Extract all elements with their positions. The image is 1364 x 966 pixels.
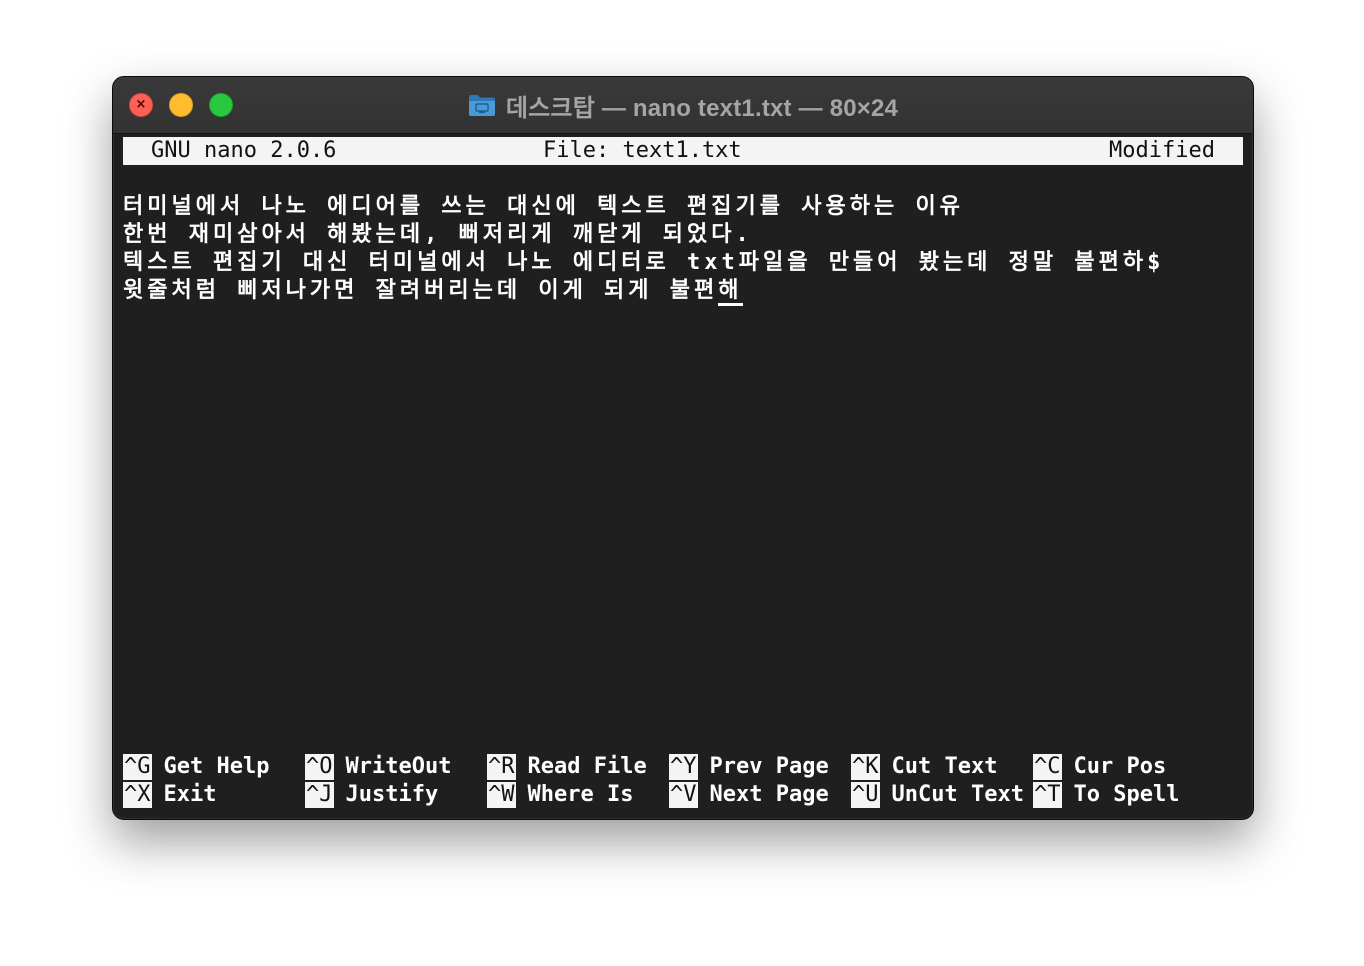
shortcut-label: Read File bbox=[527, 754, 647, 779]
nano-version: GNU nano 2.0.6 bbox=[151, 138, 337, 163]
shortcut-cut-text[interactable]: ^K Cut Text bbox=[851, 753, 997, 781]
window-title: 데스크탑 — nano text1.txt — 80×24 bbox=[505, 94, 899, 122]
shortcut-key: ^J bbox=[305, 782, 334, 808]
shortcut-read-file[interactable]: ^R Read File bbox=[487, 753, 647, 781]
shortcut-label: Get Help bbox=[163, 754, 270, 779]
shortcut-key: ^R bbox=[487, 754, 516, 780]
text-cursor: 해 bbox=[718, 278, 743, 306]
shortcut-cur-pos[interactable]: ^C Cur Pos bbox=[1033, 753, 1166, 781]
shortcut-prev-page[interactable]: ^Y Prev Page bbox=[669, 753, 829, 781]
nano-editor[interactable]: GNU nano 2.0.6 File: text1.txt Modified … bbox=[123, 134, 1243, 810]
shortcut-label: Next Page bbox=[709, 782, 829, 807]
shortcut-label: UnCut Text bbox=[891, 782, 1024, 807]
text-line: 터미널에서 나노 에디어를 쓰는 대신에 텍스트 편집기를 사용하는 이유 bbox=[123, 194, 964, 219]
nano-status-bar: GNU nano 2.0.6 File: text1.txt Modified bbox=[123, 137, 1243, 165]
shortcut-exit[interactable]: ^X Exit bbox=[123, 781, 216, 809]
shortcut-bar: ^G Get Help ^O WriteOut ^R Read File ^Y Prev… bbox=[123, 753, 1243, 809]
folder-icon bbox=[468, 95, 495, 116]
shortcut-key: ^U bbox=[851, 782, 880, 808]
editor-text-area[interactable]: 터미널에서 나노 에디어를 쓰는 대신에 텍스트 편집기를 사용하는 이유 한번… bbox=[123, 193, 1243, 306]
shortcut-to-spell[interactable]: ^T To Spell bbox=[1033, 781, 1179, 809]
shortcut-label: Where Is bbox=[527, 782, 634, 807]
text-line-cursor: 윗줄처럼 삐저나가면 잘려버리는데 이게 되게 불편해 bbox=[123, 277, 1243, 306]
shortcut-justify[interactable]: ^J Justify bbox=[305, 781, 438, 809]
window-title-area: 데스크탑 — nano text1.txt — 80×24 bbox=[113, 90, 1253, 122]
shortcut-uncut-text[interactable]: ^U UnCut Text bbox=[851, 781, 1024, 809]
shortcut-next-page[interactable]: ^V Next Page bbox=[669, 781, 829, 809]
shortcut-label: WriteOut bbox=[345, 754, 452, 779]
shortcut-label: Justify bbox=[345, 782, 439, 807]
shortcut-key: ^X bbox=[123, 782, 152, 808]
shortcut-label: To Spell bbox=[1073, 782, 1180, 807]
shortcut-key: ^Y bbox=[669, 754, 698, 780]
terminal-window: × 데스크탑 — nano text1.txt — 80×24 GNU nano… bbox=[112, 76, 1254, 820]
shortcut-key: ^C bbox=[1033, 754, 1062, 780]
shortcut-get-help[interactable]: ^G Get Help bbox=[123, 753, 269, 781]
text-line: 텍스트 편집기 대신 터미널에서 나노 에디터로 txt파일을 만들어 봤는데 … bbox=[123, 250, 1165, 275]
shortcut-key: ^V bbox=[669, 782, 698, 808]
text-line: 한번 재미삼아서 해봤는데, 뻐저리게 깨닫게 되었다. bbox=[123, 222, 753, 247]
shortcut-key: ^G bbox=[123, 754, 152, 780]
file-name: File: text1.txt bbox=[543, 138, 742, 163]
shortcut-label: Exit bbox=[163, 782, 217, 807]
shortcut-writeout[interactable]: ^O WriteOut bbox=[305, 753, 451, 781]
shortcut-where-is[interactable]: ^W Where Is bbox=[487, 781, 633, 809]
shortcut-key: ^O bbox=[305, 754, 334, 780]
shortcut-key: ^W bbox=[487, 782, 516, 808]
shortcut-label: Prev Page bbox=[709, 754, 829, 779]
shortcut-key: ^T bbox=[1033, 782, 1062, 808]
shortcut-key: ^K bbox=[851, 754, 880, 780]
title-bar[interactable]: × 데스크탑 — nano text1.txt — 80×24 bbox=[113, 77, 1253, 134]
shortcut-label: Cut Text bbox=[891, 754, 998, 779]
modified-indicator: Modified bbox=[1109, 138, 1215, 163]
text-line: 윗줄처럼 삐저나가면 잘려버리는데 이게 되게 불편 bbox=[123, 278, 719, 303]
shortcut-label: Cur Pos bbox=[1073, 754, 1167, 779]
